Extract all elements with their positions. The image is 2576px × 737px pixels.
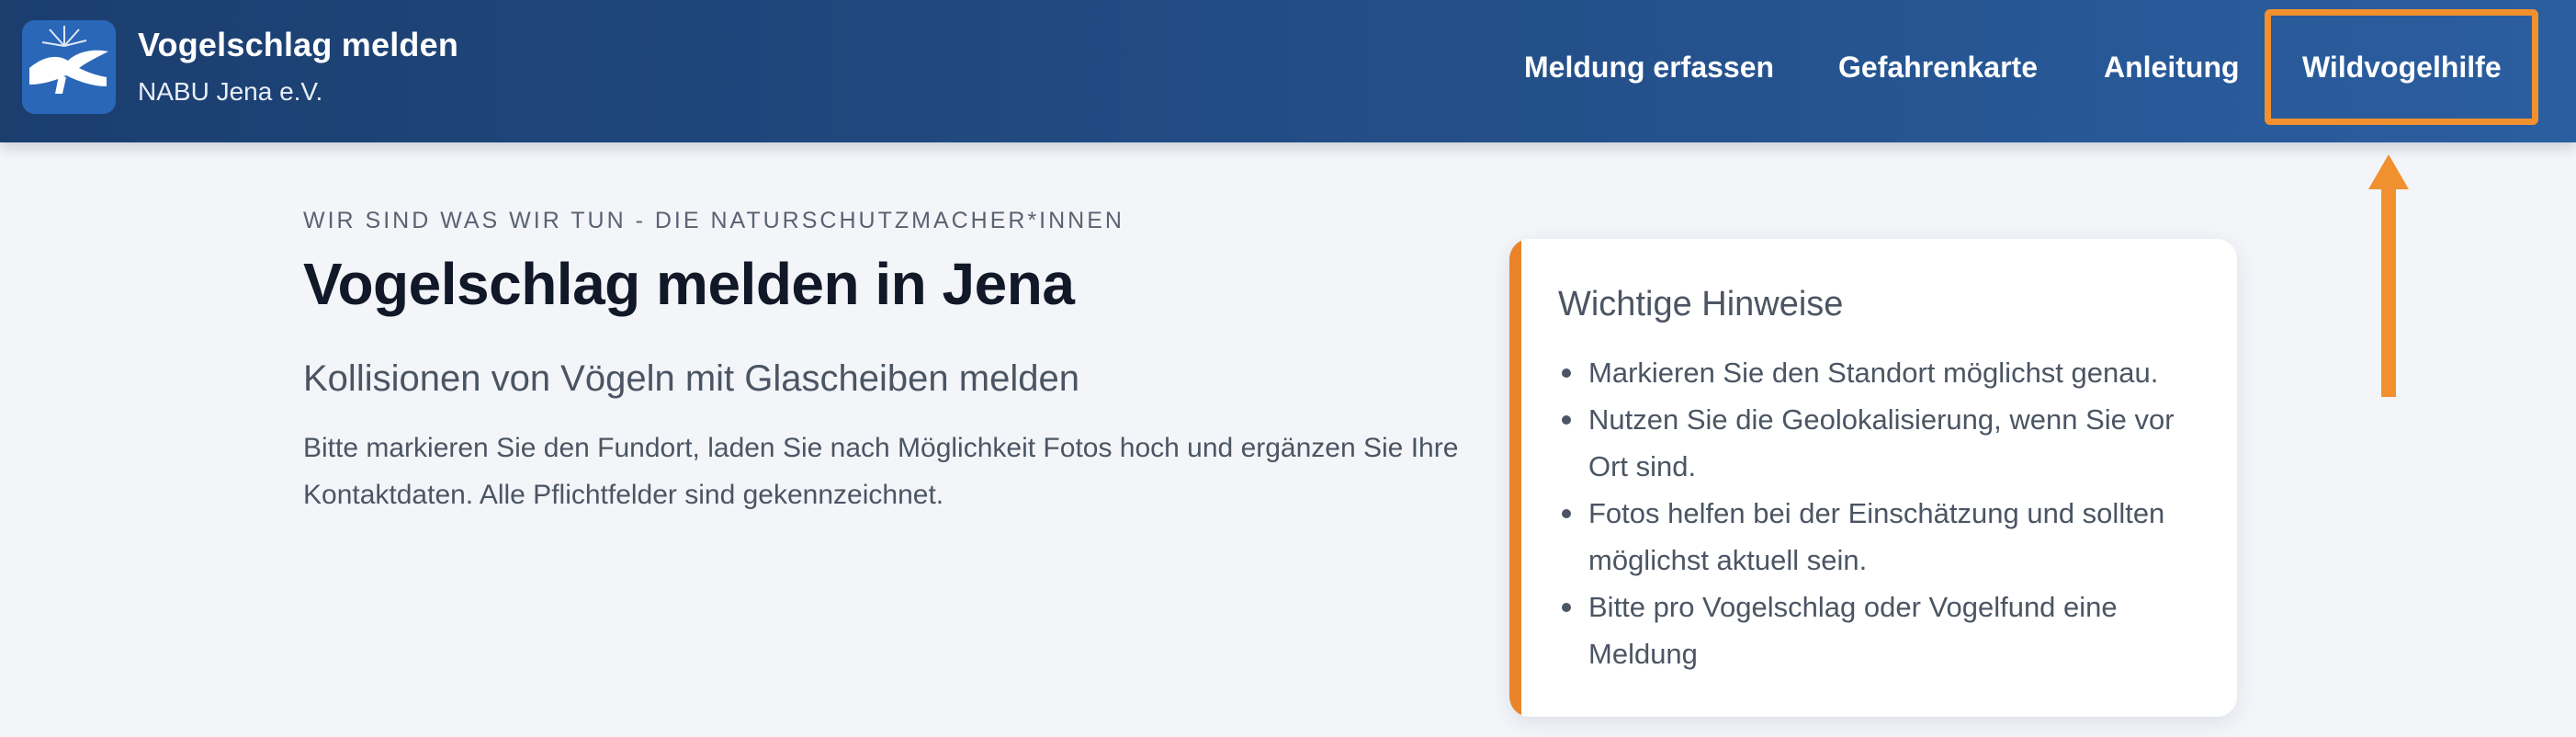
site-subtitle: NABU Jena e.V.: [138, 77, 323, 106]
nav-meldung-erfassen[interactable]: Meldung erfassen: [1524, 51, 1774, 85]
bird-logo-icon: NABU: [22, 20, 116, 114]
logo-text: NABU: [50, 93, 90, 108]
intro-text: Bitte markieren Sie den Fundort, laden S…: [303, 433, 1459, 510]
list-item: Bitte pro Vogelschlag oder Vogelfund ein…: [1558, 584, 2210, 677]
annotation-highlight-box: [2265, 9, 2538, 125]
site-title[interactable]: Vogelschlag melden: [138, 26, 458, 64]
page-subtitle: Kollisionen von Vögeln mit Glascheiben m…: [303, 358, 1079, 399]
hints-list: Markieren Sie den Standort möglichst gen…: [1558, 349, 2210, 677]
list-item: Fotos helfen bei der Einschätzung und so…: [1558, 490, 2210, 584]
nabu-logo[interactable]: NABU: [22, 20, 116, 114]
tagline: WIR SIND WAS WIR TUN - DIE NATURSCHUTZMA…: [303, 208, 1124, 233]
card-accent-bar: [1509, 239, 1521, 717]
list-item: Nutzen Sie die Geolokalisierung, wenn Si…: [1558, 396, 2210, 490]
bullet-icon: [1562, 368, 1571, 378]
top-navbar: NABU Vogelschlag melden NABU Jena e.V. M…: [0, 0, 2576, 142]
bullet-icon: [1562, 509, 1571, 518]
nav-gefahrenkarte[interactable]: Gefahrenkarte: [1838, 51, 2038, 85]
bullet-icon: [1562, 603, 1571, 612]
nav-anleitung[interactable]: Anleitung: [2104, 51, 2240, 85]
hints-title: Wichtige Hinweise: [1558, 285, 1844, 323]
list-item: Markieren Sie den Standort möglichst gen…: [1558, 349, 2210, 396]
hints-card: Wichtige Hinweise Markieren Sie den Stan…: [1509, 239, 2237, 717]
annotation-up-arrow-icon: [2368, 154, 2409, 397]
page-title: Vogelschlag melden in Jena: [303, 251, 1075, 317]
bullet-icon: [1562, 415, 1571, 425]
